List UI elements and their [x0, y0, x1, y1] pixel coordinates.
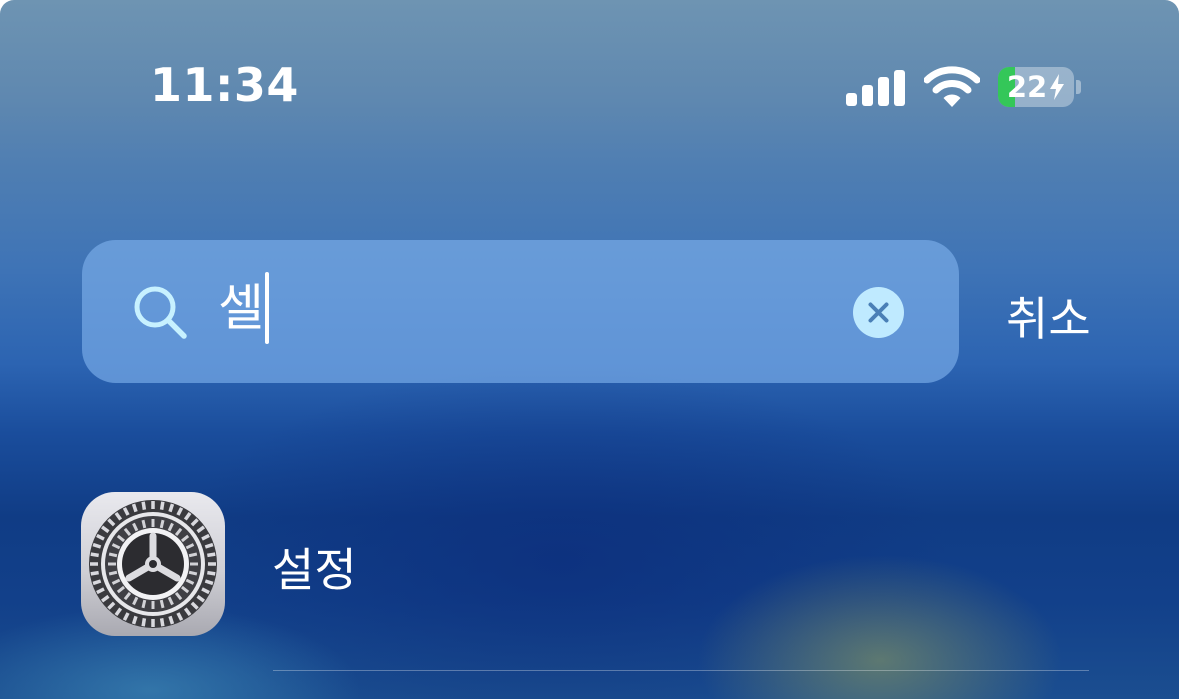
clear-search-button[interactable]	[853, 287, 904, 338]
cellular-signal-icon	[846, 70, 906, 106]
cancel-button[interactable]: 취소	[1006, 283, 1091, 349]
battery-icon: 22	[998, 67, 1074, 107]
search-field[interactable]: 셀	[82, 240, 959, 383]
result-label-settings[interactable]: 설정	[272, 534, 357, 600]
clear-icon	[868, 302, 889, 323]
status-time: 11:34	[150, 58, 299, 112]
settings-app-icon[interactable]	[81, 492, 225, 636]
text-caret	[265, 272, 269, 344]
settings-gear-icon	[89, 500, 217, 628]
search-icon	[134, 286, 187, 339]
battery-cap	[1076, 80, 1081, 94]
charging-bolt-icon	[1050, 74, 1065, 100]
spotlight-search-screen: 11:34 22 셀 취소 설정	[0, 0, 1179, 699]
wifi-icon	[924, 66, 980, 107]
battery-level-text: 22	[1006, 70, 1048, 104]
search-input[interactable]: 셀	[218, 272, 269, 344]
search-query-text: 셀	[218, 279, 264, 337]
result-divider	[273, 670, 1089, 671]
